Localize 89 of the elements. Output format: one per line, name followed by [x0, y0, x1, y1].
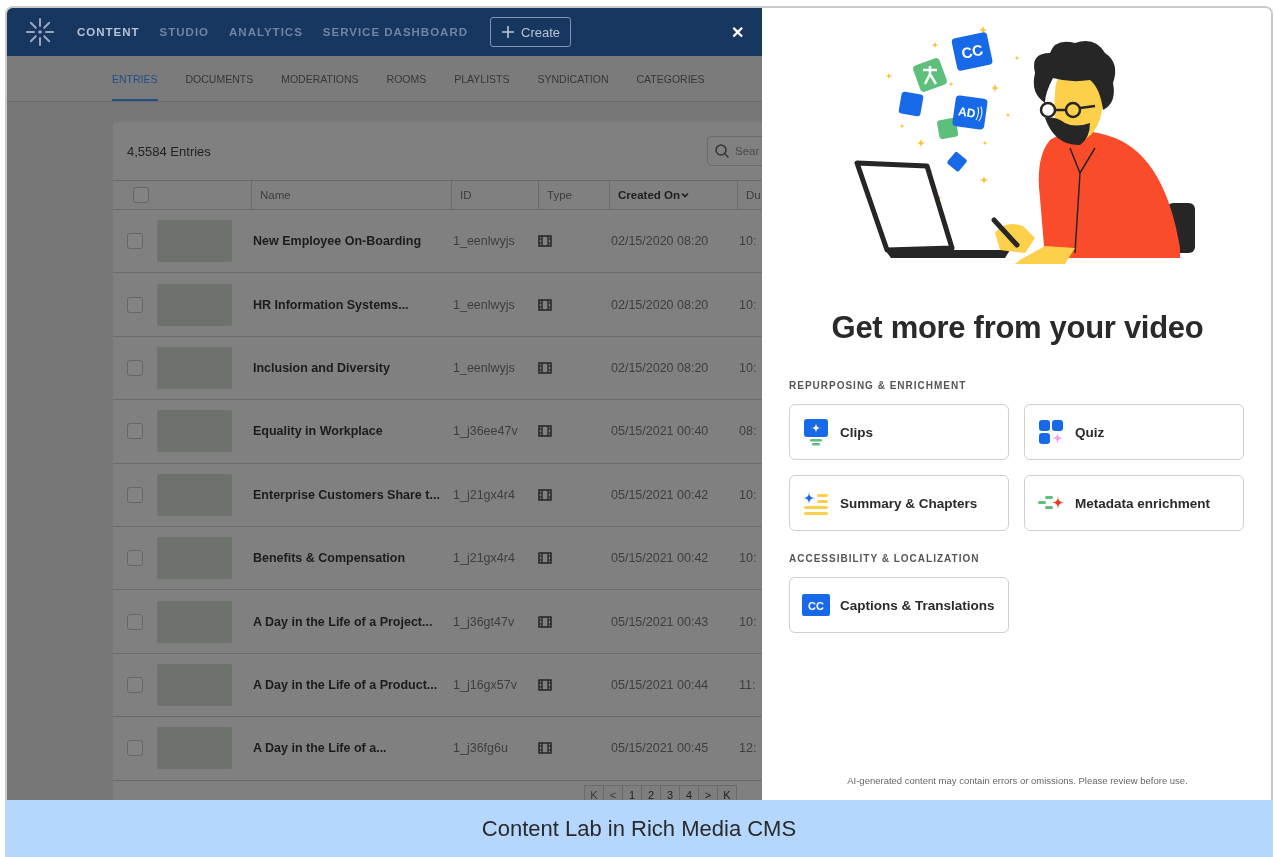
grid-sparkle-icon — [1037, 417, 1065, 447]
entry-name[interactable]: A Day in the Life of a Product... — [251, 653, 451, 718]
feature-card[interactable]: CC Captions & Translations — [789, 577, 1009, 633]
previous-page-button[interactable]: < — [603, 784, 623, 800]
entry-id: 1_j21gx4r4 — [451, 526, 538, 591]
nav-link[interactable]: SERVICE DASHBOARD — [322, 26, 469, 38]
entries-count: 4,5584 Entries — [127, 143, 211, 159]
plus-icon — [501, 25, 516, 39]
entry-date: 02/15/2020 08:20 — [609, 336, 737, 401]
entry-id: 1_eenlwyjs — [451, 273, 538, 337]
column-header[interactable]: ID — [451, 180, 538, 210]
entry-date: 02/15/2020 08:20 — [609, 273, 737, 337]
row-checkbox[interactable] — [127, 233, 143, 250]
section-heading: ACCESSIBILITY & LOCALIZATION — [789, 553, 981, 564]
film-icon — [538, 235, 552, 248]
film-icon — [538, 615, 552, 628]
page-button[interactable]: 4 — [679, 784, 699, 800]
entry-date: 05/15/2021 00:40 — [609, 400, 737, 464]
film-icon — [538, 742, 552, 755]
row-checkbox[interactable] — [127, 676, 143, 693]
caption-text: Content Lab in Rich Media CMS — [481, 815, 797, 842]
disclaimer-text: AI-generated content may contain errors or omissions. Please review before use. — [847, 775, 1188, 786]
entry-name[interactable]: A Day in the Life of a Project... — [251, 590, 451, 654]
entry-name[interactable]: HR Information Systems... — [251, 273, 451, 337]
entry-date: 05/15/2021 00:42 — [609, 526, 737, 591]
nav-link[interactable]: ANALYTICS — [229, 26, 303, 38]
tab[interactable]: DOCUMENTS — [185, 56, 254, 101]
sparkle-screen-icon — [802, 417, 830, 447]
feature-card[interactable]: Metadata enrichment — [1024, 475, 1244, 531]
page-button[interactable]: 1 — [622, 784, 642, 800]
last-page-button[interactable]: K — [717, 784, 737, 800]
column-header[interactable]: Created On — [609, 180, 737, 210]
section-heading: REPURPOSING & ENRICHMENT — [789, 380, 968, 391]
column-header[interactable]: Name — [251, 180, 451, 210]
page-button[interactable]: 2 — [641, 784, 661, 800]
tab[interactable]: MODERATIONS — [281, 56, 359, 101]
entry-date: 02/15/2020 08:20 — [609, 210, 737, 274]
entry-id: 1_eenlwyjs — [451, 336, 538, 401]
row-checkbox[interactable] — [127, 613, 143, 630]
next-page-button[interactable]: > — [698, 784, 718, 800]
tab[interactable]: PLAYLISTS — [454, 56, 510, 101]
close-button[interactable]: ✕ — [731, 22, 744, 42]
film-icon — [538, 361, 552, 374]
entry-id: 1_j16gx57v — [451, 653, 538, 718]
film-icon — [538, 298, 552, 311]
cc-badge: CC — [951, 31, 994, 72]
tab[interactable]: SYNDICATION — [537, 56, 609, 101]
row-checkbox[interactable] — [127, 359, 143, 376]
row-checkbox[interactable] — [127, 740, 143, 757]
first-page-button[interactable]: K — [584, 784, 604, 800]
page-button[interactable]: 3 — [660, 784, 680, 800]
entry-id: 1_eenlwyjs — [451, 210, 538, 274]
entry-name[interactable]: Inclusion and Diversity — [251, 336, 451, 401]
entry-name[interactable]: Equality in Workplace — [251, 400, 451, 464]
logo-icon — [25, 17, 55, 47]
entry-name[interactable]: Enterprise Customers Share t... — [251, 463, 451, 527]
feature-card[interactable]: Clips — [789, 404, 1009, 460]
feature-card[interactable]: Summary & Chapters — [789, 475, 1009, 531]
tab[interactable]: CATEGORIES — [636, 56, 705, 101]
tab[interactable]: ROOMS — [386, 56, 427, 101]
row-checkbox[interactable] — [127, 296, 143, 313]
film-icon — [538, 425, 552, 438]
film-icon — [538, 488, 552, 501]
entry-id: 1_j36gt47v — [451, 590, 538, 654]
row-checkbox[interactable] — [127, 423, 143, 440]
entry-id: 1_j36fg6u — [451, 717, 538, 781]
entry-id: 1_j36ee47v — [451, 400, 538, 464]
nav-link[interactable]: CONTENT — [77, 26, 140, 38]
select-all-checkbox[interactable] — [133, 187, 149, 203]
create-button[interactable]: Create — [490, 17, 572, 47]
nav-link[interactable]: STUDIO — [159, 26, 210, 38]
column-header[interactable]: Type — [538, 180, 609, 210]
chevron-down-icon — [680, 190, 690, 200]
entry-date: 05/15/2021 00:42 — [609, 463, 737, 527]
entry-name[interactable]: A Day in the Life of a... — [251, 717, 451, 781]
search-icon — [714, 143, 730, 159]
entry-id: 1_j21gx4r4 — [451, 463, 538, 527]
entry-date: 05/15/2021 00:45 — [609, 717, 737, 781]
entry-date: 05/15/2021 00:43 — [609, 590, 737, 654]
film-icon — [538, 552, 552, 565]
row-checkbox[interactable] — [127, 550, 143, 567]
panel-title: Get more from your video — [831, 310, 1204, 346]
entry-name[interactable]: Benefits & Compensation — [251, 526, 451, 591]
feature-card[interactable]: Quiz — [1024, 404, 1244, 460]
film-icon — [538, 678, 552, 691]
audio-description-badge: AD — [951, 94, 988, 131]
row-checkbox[interactable] — [127, 486, 143, 503]
entry-date: 05/15/2021 00:44 — [609, 653, 737, 718]
entry-name[interactable]: New Employee On-Boarding — [251, 210, 451, 274]
